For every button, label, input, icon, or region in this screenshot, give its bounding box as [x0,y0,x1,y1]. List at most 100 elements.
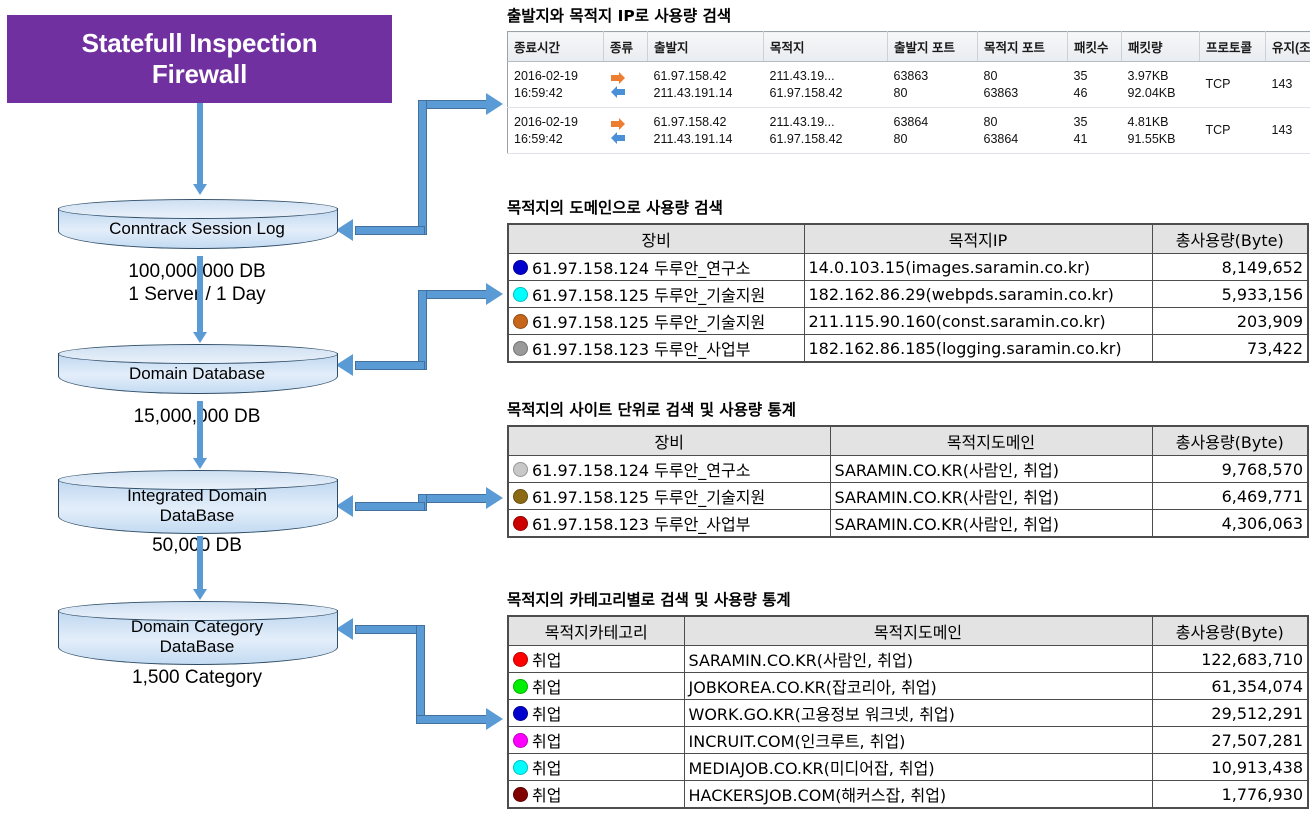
source-ip-a: 61.97.158.42 [653,115,727,129]
device-label: 61.97.158.124 두루안_연구소 [532,259,751,278]
table-row[interactable]: 61.97.158.125 두루안_기술지원 SARAMIN.CO.KR(사람인… [507,482,1309,510]
table-row[interactable]: 61.97.158.125 두루안_기술지원 182.162.86.29(web… [507,280,1309,308]
col-destination-domain[interactable]: 목적지도메인 [683,615,1153,646]
cell-total: 27,507,281 [1151,726,1309,754]
col-sport[interactable]: 출발지 포트 [887,31,978,62]
cell-destination-domain: HACKERSJOB.COM(해커스잡, 취업) [683,780,1153,809]
cell-packets: 35 41 [1067,107,1122,154]
cell-endtime: 2016-02-19 16:59:42 [507,61,604,108]
col-protocol[interactable]: 프로토콜 [1199,31,1266,62]
arrowhead-right [486,487,503,509]
table-row[interactable]: 61.97.158.125 두루안_기술지원 211.115.90.160(co… [507,307,1309,335]
cell-protocol: TCP [1199,107,1266,154]
site-usage-table[interactable]: 장비 목적지도메인 총사용량(Byte) 61.97.158.124 두루안_연… [507,425,1309,538]
cell-category: 취업 [507,699,685,727]
col-destination-ip[interactable]: 목적지IP [803,223,1153,254]
table-row[interactable]: 2016-02-19 16:59:42 61.97.158.42 211.43.… [507,61,1310,108]
packets-a: 35 [1073,69,1088,83]
destination-ip-usage-table[interactable]: 장비 목적지IP 총사용량(Byte) 61.97.158.124 두루안_연구… [507,223,1309,363]
table-row[interactable]: 취업 SARAMIN.CO.KR(사람인, 취업) 122,683,710 [507,645,1309,673]
col-dest[interactable]: 목적지 [763,31,888,62]
sport-b: 80 [893,131,908,146]
cell-device: 61.97.158.125 두루안_기술지원 [507,482,831,510]
category-label: 취업 [532,678,562,697]
status-dot-icon [513,286,528,302]
table-row[interactable]: 2016-02-19 16:59:42 61.97.158.42 211.43.… [507,107,1310,154]
arrow-domaindb-to-integrated [193,401,207,469]
packets-b: 41 [1073,131,1088,146]
cell-total: 73,422 [1151,334,1309,363]
arrow-left-blue-icon [610,131,642,145]
source-ip-a: 61.97.158.42 [653,69,727,83]
node-conntrack-session-log: Conntrack Session Log [58,199,338,257]
cell-device: 61.97.158.123 두루안_사업부 [507,334,805,363]
cell-destination-domain: INCRUIT.COM(인크루트, 취업) [683,726,1153,754]
cell-dport: 80 63864 [977,107,1068,154]
table-row[interactable]: 61.97.158.123 두루안_사업부 SARAMIN.CO.KR(사람인,… [507,509,1309,538]
cell-device: 61.97.158.124 두루안_연구소 [507,253,805,281]
col-packets[interactable]: 패킷수 [1067,31,1122,62]
col-kind[interactable]: 종류 [603,31,648,62]
col-device[interactable]: 장비 [507,223,805,254]
dport-b: 63863 [983,85,1019,100]
dest-ip-a: 211.43.19... [769,69,835,83]
col-bytes[interactable]: 패킷량 [1121,31,1200,62]
status-dot-icon [513,786,528,802]
cell-endtime: 2016-02-19 16:59:42 [507,107,604,154]
col-keep[interactable]: 유지(조) [1265,31,1310,62]
status-dot-icon [513,651,528,667]
category-usage-table[interactable]: 목적지카테고리 목적지도메인 총사용량(Byte) 취업 SARAMIN.CO.… [507,615,1309,809]
col-total-usage[interactable]: 총사용량(Byte) [1151,425,1309,456]
col-total-usage[interactable]: 총사용량(Byte) [1151,223,1309,254]
cell-category: 취업 [507,726,685,754]
cell-destination-domain: SARAMIN.CO.KR(사람인, 취업) [829,482,1153,510]
cell-destination-ip: 182.162.86.29(webpds.saramin.co.kr) [803,280,1153,308]
cell-bytes: 4.81KB 91.55KB [1121,107,1200,154]
device-label: 61.97.158.125 두루안_기술지원 [532,313,766,332]
table-row[interactable]: 61.97.158.124 두루안_연구소 14.0.103.15(images… [507,253,1309,281]
col-destination-domain[interactable]: 목적지도메인 [829,425,1153,456]
device-label: 61.97.158.123 두루안_사업부 [532,515,751,534]
table-row[interactable]: 취업 INCRUIT.COM(인크루트, 취업) 27,507,281 [507,726,1309,754]
col-source[interactable]: 출발지 [647,31,764,62]
col-dport[interactable]: 목적지 포트 [977,31,1068,62]
arrow-conntrack-to-domaindb [193,256,207,343]
cell-destination-ip: 14.0.103.15(images.saramin.co.kr) [803,253,1153,281]
endtime-time: 16:59:42 [514,131,563,146]
col-device[interactable]: 장비 [507,425,831,456]
endtime-date: 2016-02-19 [514,69,578,83]
cell-device: 61.97.158.123 두루안_사업부 [507,509,831,538]
bytes-b: 92.04KB [1127,85,1176,100]
status-dot-icon [513,340,528,356]
cell-total: 4,306,063 [1151,509,1309,538]
cell-category: 취업 [507,780,685,809]
session-log-table[interactable]: 종료시간 종류 출발지 목적지 출발지 포트 목적지 포트 패킷수 패킷량 프로… [507,31,1310,154]
node-integrated-domain-database: Integrated Domain DataBase [58,470,338,542]
node-integrated-label-line2: DataBase [159,506,235,526]
cell-destination-domain: WORK.GO.KR(고용정보 워크넷, 취업) [683,699,1153,727]
table-row[interactable]: 취업 JOBKOREA.CO.KR(잡코리아, 취업) 61,354,074 [507,672,1309,700]
dport-b: 63864 [983,131,1019,146]
dest-ip-a: 211.43.19... [769,115,835,129]
table-row[interactable]: 61.97.158.124 두루안_연구소 SARAMIN.CO.KR(사람인,… [507,455,1309,483]
table-row[interactable]: 취업 HACKERSJOB.COM(해커스잡, 취업) 1,776,930 [507,780,1309,809]
cell-dport: 80 63863 [977,61,1068,108]
panel2-title: 목적지의 도메인으로 사용량 검색 [507,199,723,217]
table-row[interactable]: 취업 MEDIAJOB.CO.KR(미디어잡, 취업) 10,913,438 [507,753,1309,781]
connector-domaindb-to-panel2 [330,280,510,390]
cell-keep: 143 [1265,107,1310,154]
status-dot-icon [513,488,528,504]
bytes-b: 91.55KB [1127,131,1176,146]
col-endtime[interactable]: 종료시간 [507,31,604,62]
arrow-integrated-to-category [193,536,207,600]
table-row[interactable]: 61.97.158.123 두루안_사업부 182.162.86.185(log… [507,334,1309,363]
col-destination-category[interactable]: 목적지카테고리 [507,615,685,646]
sport-b: 80 [893,85,908,100]
table-row[interactable]: 취업 WORK.GO.KR(고용정보 워크넷, 취업) 29,512,291 [507,699,1309,727]
endtime-time: 16:59:42 [514,85,563,100]
header-row: 목적지카테고리 목적지도메인 총사용량(Byte) [507,615,1309,646]
arrowhead-left [336,219,353,241]
col-total-usage[interactable]: 총사용량(Byte) [1151,615,1309,646]
panel-usage-by-destination-domain: 목적지의 도메인으로 사용량 검색 장비 목적지IP 총사용량(Byte) 61… [507,196,1309,363]
panel1-title: 출발지와 목적지 IP로 사용량 검색 [507,7,732,25]
